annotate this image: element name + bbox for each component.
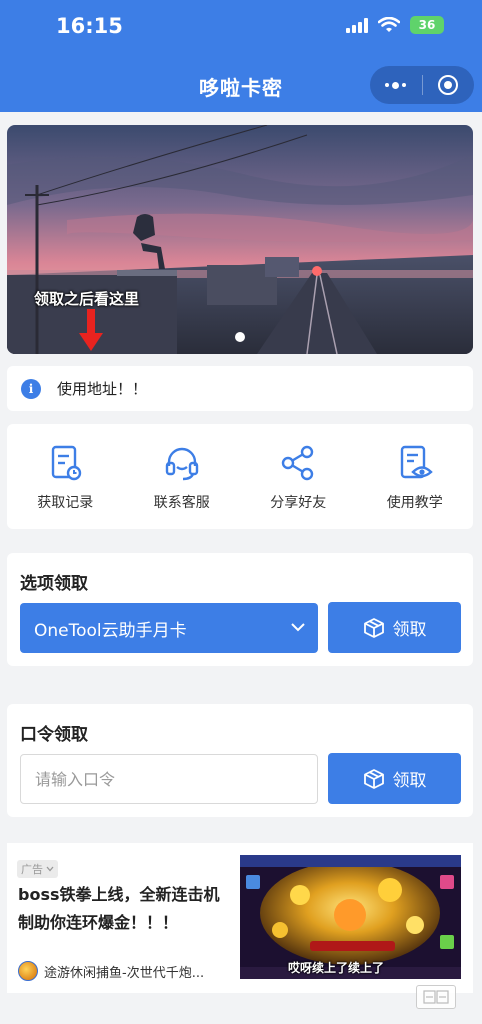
action-records[interactable]: 获取记录 bbox=[7, 424, 124, 529]
action-label: 获取记录 bbox=[37, 495, 94, 511]
ad-image[interactable]: 哎呀续上了续上了 bbox=[240, 855, 461, 979]
chevron-down-icon bbox=[291, 623, 305, 632]
header: 16:15 36 哆啦卡密 bbox=[0, 0, 482, 112]
share-icon bbox=[282, 445, 314, 481]
quick-actions: 获取记录 联系客服 分享好友 使用教学 bbox=[7, 424, 473, 529]
banner-caption: 领取之后看这里 bbox=[34, 290, 140, 308]
headset-icon bbox=[165, 447, 198, 481]
status-indicators: 36 bbox=[346, 16, 444, 34]
watermark-logo bbox=[416, 985, 456, 1009]
tutorial-icon bbox=[400, 445, 433, 479]
notice-text: 使用地址！！ bbox=[57, 380, 148, 398]
action-tutorial[interactable]: 使用教学 bbox=[357, 424, 474, 529]
ad-source-name: 途游休闲捕鱼-次世代千炮... bbox=[44, 965, 205, 981]
target-icon bbox=[438, 75, 459, 95]
action-customer-service[interactable]: 联系客服 bbox=[124, 424, 241, 529]
watermark-icon bbox=[423, 990, 449, 1004]
more-button[interactable] bbox=[370, 66, 422, 104]
ad-source: 途游休闲捕鱼-次世代千炮... bbox=[18, 961, 204, 981]
notice-bar[interactable]: i 使用地址！！ bbox=[7, 366, 473, 411]
info-icon: i bbox=[21, 378, 41, 399]
close-mini-program-button[interactable] bbox=[422, 66, 474, 104]
signal-icon bbox=[346, 17, 368, 33]
mini-program-capsule bbox=[370, 66, 474, 104]
action-label: 联系客服 bbox=[153, 495, 210, 511]
button-label: 领取 bbox=[392, 771, 427, 791]
box-icon bbox=[363, 768, 384, 789]
ad-image-caption: 哎呀续上了续上了 bbox=[288, 961, 385, 975]
option-claim-card: 选项领取 OneTool云助手月卡 领取 bbox=[7, 553, 473, 666]
action-label: 使用教学 bbox=[386, 495, 443, 511]
chevron-down-icon bbox=[46, 866, 54, 872]
action-label: 分享好友 bbox=[270, 495, 327, 511]
selected-option: OneTool云助手月卡 bbox=[34, 620, 187, 641]
option-claim-button[interactable]: 领取 bbox=[328, 602, 461, 653]
ad-card[interactable]: 广告 boss铁拳上线，全新连击机制助你连环爆金！！！ 途游休闲捕鱼-次世代千炮… bbox=[7, 843, 473, 993]
arrow-down-icon bbox=[79, 309, 103, 351]
code-input[interactable] bbox=[20, 754, 318, 804]
option-select[interactable]: OneTool云助手月卡 bbox=[20, 603, 318, 653]
button-label: 领取 bbox=[392, 620, 427, 640]
code-claim-title: 口令领取 bbox=[20, 725, 88, 745]
status-time: 16:15 bbox=[56, 14, 123, 38]
ad-headline: boss铁拳上线，全新连击机制助你连环爆金！！！ bbox=[18, 885, 220, 932]
wifi-icon bbox=[378, 17, 400, 32]
box-icon bbox=[363, 617, 384, 638]
record-icon bbox=[52, 445, 82, 481]
battery-level: 36 bbox=[418, 18, 436, 32]
battery-icon: 36 bbox=[410, 16, 444, 34]
code-claim-button[interactable]: 领取 bbox=[328, 753, 461, 804]
ad-badge[interactable]: 广告 bbox=[17, 860, 58, 878]
code-claim-card: 口令领取 领取 bbox=[7, 704, 473, 817]
more-icon bbox=[385, 81, 407, 89]
banner-image bbox=[7, 125, 473, 354]
ad-badge-label: 广告 bbox=[21, 863, 43, 876]
option-claim-title: 选项领取 bbox=[20, 574, 88, 594]
carousel-indicator[interactable] bbox=[235, 332, 245, 342]
action-share[interactable]: 分享好友 bbox=[240, 424, 357, 529]
banner-carousel[interactable]: 领取之后看这里 bbox=[7, 125, 473, 354]
ad-source-avatar bbox=[18, 961, 38, 981]
